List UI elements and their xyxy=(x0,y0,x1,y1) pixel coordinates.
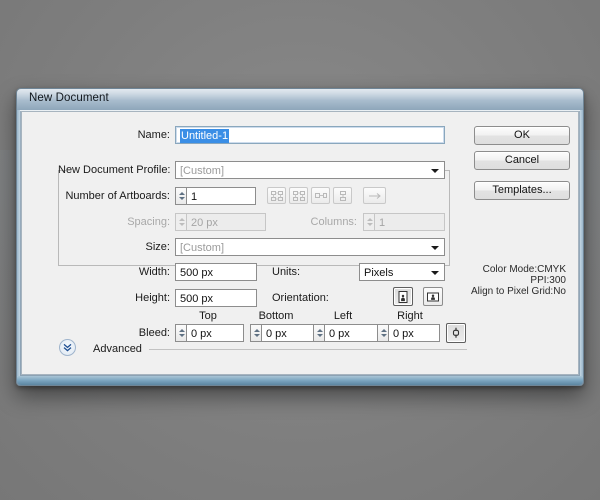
size-dropdown[interactable]: [Custom] xyxy=(175,238,445,256)
size-value: [Custom] xyxy=(180,242,224,254)
arrange-grid-rows-button[interactable] xyxy=(267,187,286,204)
height-label: Height: xyxy=(58,292,170,304)
stepper-up-icon xyxy=(179,192,185,195)
bleed-right-header: Right xyxy=(374,310,446,322)
portrait-orientation-icon xyxy=(398,290,409,303)
profile-label: New Document Profile: xyxy=(58,164,170,176)
stepper-down-icon xyxy=(179,223,185,226)
spacing-input[interactable]: 20 px xyxy=(186,213,266,231)
name-input[interactable]: Untitled-1 xyxy=(175,126,445,144)
spacing-label: Spacing: xyxy=(58,216,170,228)
bleed-top-header: Top xyxy=(172,310,244,322)
name-label: Name: xyxy=(58,129,170,141)
bleed-right-input[interactable]: 0 px xyxy=(388,324,440,342)
columns-stepper[interactable] xyxy=(363,213,374,231)
units-value: Pixels xyxy=(364,267,393,279)
stepper-up-icon xyxy=(381,329,387,332)
arrange-row-button[interactable] xyxy=(311,187,330,204)
color-mode-summary: Color Mode:CMYK xyxy=(483,264,566,275)
dialog-right-panel: OK Cancel Templates... Color Mode:CMYK P… xyxy=(462,112,578,374)
stepper-down-icon xyxy=(179,334,185,337)
stepper-up-icon xyxy=(179,218,185,221)
bleed-top-stepper[interactable] xyxy=(175,324,186,342)
chevron-down-icon xyxy=(431,169,439,173)
templates-button[interactable]: Templates... xyxy=(474,181,570,200)
stepper-down-icon xyxy=(317,334,323,337)
stepper-up-icon xyxy=(367,218,373,221)
window-frame-bottom xyxy=(17,376,583,385)
chevron-down-icon xyxy=(431,246,439,250)
bleed-left-stepper[interactable] xyxy=(313,324,324,342)
left-to-right-arrow-icon xyxy=(367,192,383,200)
name-input-value: Untitled-1 xyxy=(180,129,229,143)
width-input[interactable]: 500 px xyxy=(175,263,257,281)
dialog-titlebar[interactable]: New Document xyxy=(17,89,583,111)
grid-by-row-icon xyxy=(270,190,283,201)
width-label: Width: xyxy=(58,266,170,278)
arrange-column-button[interactable] xyxy=(333,187,352,204)
dialog-body: Name: Untitled-1 New Document Profile: [… xyxy=(21,111,579,375)
link-bleed-values-icon xyxy=(452,327,461,340)
bleed-label: Bleed: xyxy=(78,327,170,339)
artboards-stepper[interactable] xyxy=(175,187,186,205)
new-document-dialog: New Document Name: Untitled-1 New Docume… xyxy=(16,88,584,386)
orientation-landscape-button[interactable] xyxy=(423,287,443,306)
stepper-up-icon xyxy=(179,329,185,332)
profile-value: [Custom] xyxy=(180,165,224,177)
units-label: Units: xyxy=(272,266,334,278)
window-frame-right xyxy=(580,110,583,381)
bleed-bottom-header: Bottom xyxy=(240,310,312,322)
pixel-grid-summary: Align to Pixel Grid:No xyxy=(471,286,566,297)
grid-by-column-icon xyxy=(292,190,305,201)
window-frame-left xyxy=(17,110,20,381)
arrange-in-row-icon xyxy=(314,191,327,200)
bleed-bottom-stepper[interactable] xyxy=(250,324,261,342)
stepper-down-icon xyxy=(179,197,185,200)
bleed-top-input[interactable]: 0 px xyxy=(186,324,244,342)
spacing-stepper[interactable] xyxy=(175,213,186,231)
bleed-left-header: Left xyxy=(307,310,379,322)
dialog-title: New Document xyxy=(29,92,109,104)
bleed-bottom-input[interactable]: 0 px xyxy=(261,324,319,342)
arrange-grid-columns-button[interactable] xyxy=(289,187,308,204)
artboards-label: Number of Artboards: xyxy=(58,190,170,202)
landscape-orientation-icon xyxy=(427,291,440,302)
bleed-right-stepper[interactable] xyxy=(377,324,388,342)
profile-dropdown[interactable]: [Custom] xyxy=(175,161,445,179)
dialog-left-panel: Name: Untitled-1 New Document Profile: [… xyxy=(22,112,462,374)
cancel-button[interactable]: Cancel xyxy=(474,151,570,170)
stepper-up-icon xyxy=(254,329,260,332)
chevron-down-icon xyxy=(431,271,439,275)
ppi-summary: PPI:300 xyxy=(530,275,566,286)
ok-button[interactable]: OK xyxy=(474,126,570,145)
bleed-left-input[interactable]: 0 px xyxy=(324,324,382,342)
stepper-down-icon xyxy=(367,223,373,226)
stepper-up-icon xyxy=(317,329,323,332)
stepper-down-icon xyxy=(254,334,260,337)
stepper-down-icon xyxy=(381,334,387,337)
arrange-in-column-icon xyxy=(337,190,348,201)
columns-label: Columns: xyxy=(277,216,357,228)
orientation-label: Orientation: xyxy=(272,292,334,304)
columns-input[interactable]: 1 xyxy=(374,213,445,231)
artboards-input[interactable]: 1 xyxy=(186,187,256,205)
artboard-direction-button[interactable] xyxy=(363,187,386,204)
orientation-portrait-button[interactable] xyxy=(393,287,413,306)
size-label: Size: xyxy=(58,241,170,253)
units-dropdown[interactable]: Pixels xyxy=(359,263,445,281)
height-input[interactable]: 500 px xyxy=(175,289,257,307)
